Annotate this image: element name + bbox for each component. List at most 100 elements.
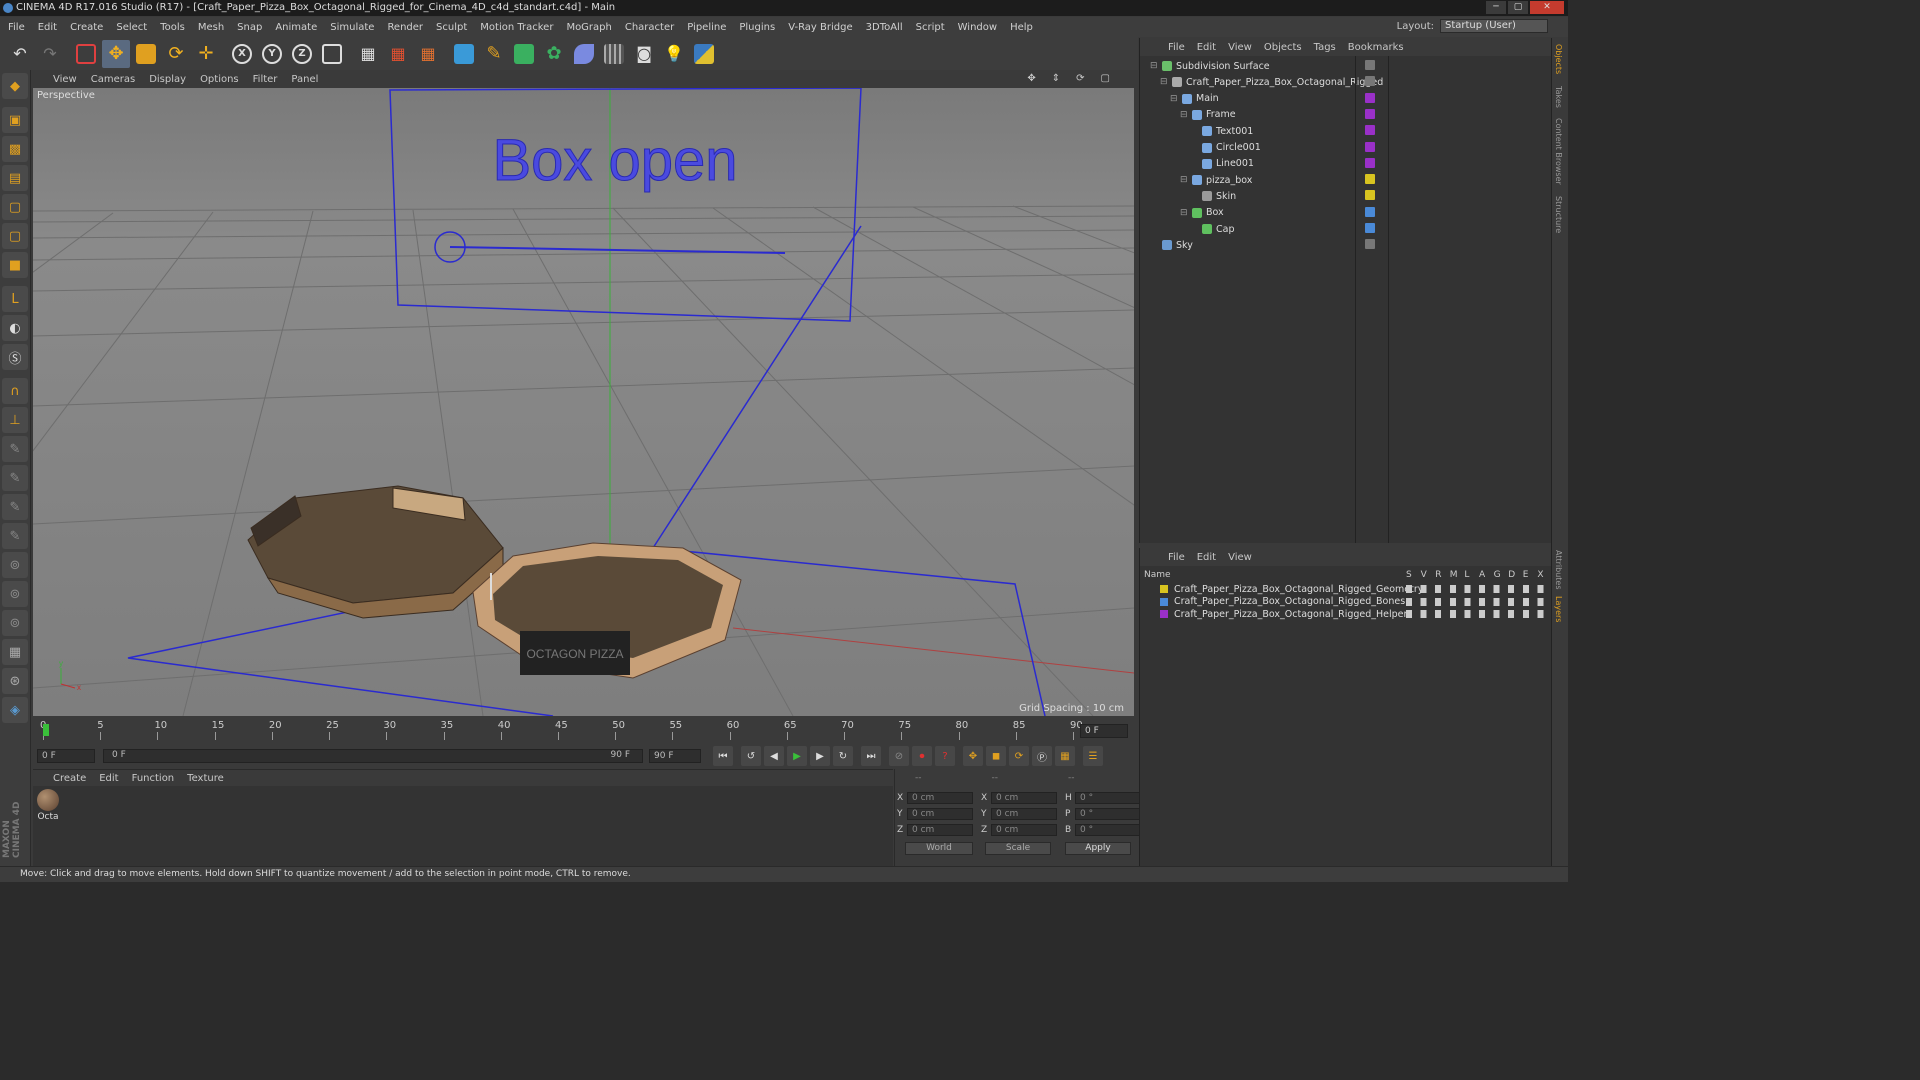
live-selection-button[interactable]: [72, 40, 100, 68]
dolly-view-icon[interactable]: ⇕: [1052, 73, 1062, 84]
visibility-dots[interactable]: [1365, 108, 1375, 119]
menu-v-ray-bridge[interactable]: V-Ray Bridge: [788, 22, 852, 33]
visibility-dots[interactable]: [1365, 239, 1375, 250]
menu-edit[interactable]: Edit: [38, 22, 57, 33]
menu-character[interactable]: Character: [625, 22, 674, 33]
coord-mode-dropdown[interactable]: World: [905, 842, 973, 855]
render-settings-button[interactable]: ▦: [414, 40, 442, 68]
expand-toggle-icon[interactable]: ⊟: [1180, 110, 1190, 120]
brush-tool-2-button[interactable]: ✎: [2, 465, 28, 491]
material-menu-function[interactable]: Function: [132, 773, 175, 784]
pos-y-field[interactable]: 0 cm: [907, 808, 973, 820]
toggle-view-icon[interactable]: ▢: [1101, 73, 1112, 84]
grid-snap-button[interactable]: ▦: [2, 639, 28, 665]
playhead[interactable]: [43, 724, 49, 736]
polygon-mode-button[interactable]: ■: [2, 252, 28, 278]
layers-menu-edit[interactable]: Edit: [1197, 552, 1216, 563]
add-array-button[interactable]: ✿: [540, 40, 568, 68]
start-frame-field[interactable]: 0 F: [37, 749, 95, 763]
visibility-dots[interactable]: [1365, 76, 1375, 87]
rotate-view-icon[interactable]: ⟳: [1076, 73, 1086, 84]
expand-toggle-icon[interactable]: ⊟: [1180, 175, 1190, 185]
viewport-menu-panel[interactable]: Panel: [291, 74, 318, 85]
object-row-skin[interactable]: Skin: [1190, 188, 1236, 204]
loop-button[interactable]: ↺: [741, 746, 761, 766]
rot-h-field[interactable]: 0 °: [1075, 792, 1141, 804]
workplane-axis-button[interactable]: ⊥: [2, 407, 28, 433]
menu-motion-tracker[interactable]: Motion Tracker: [480, 22, 553, 33]
step-back-button[interactable]: ◀: [764, 746, 784, 766]
add-cube-button[interactable]: [450, 40, 478, 68]
right-tab-layers[interactable]: Layers: [1554, 596, 1563, 622]
add-nurbs-button[interactable]: [510, 40, 538, 68]
redo-button[interactable]: ↷: [36, 40, 64, 68]
key-scale-button[interactable]: ◼: [986, 746, 1006, 766]
visibility-dots[interactable]: [1365, 190, 1375, 201]
python-script-button[interactable]: ◈: [2, 697, 28, 723]
move-tool-button[interactable]: ✥: [102, 39, 130, 68]
right-tab-content-browser[interactable]: Content Browser: [1554, 118, 1563, 185]
viewport-menu-cameras[interactable]: Cameras: [91, 74, 135, 85]
close-button[interactable]: ✕: [1530, 1, 1564, 14]
objects-menu-edit[interactable]: Edit: [1197, 42, 1216, 53]
menu-mesh[interactable]: Mesh: [198, 22, 224, 33]
timeline-menu-button[interactable]: ☰: [1083, 746, 1103, 766]
pos-x-field[interactable]: 0 cm: [907, 792, 973, 804]
size-mode-dropdown[interactable]: Scale: [985, 842, 1051, 855]
rotate-tool-button[interactable]: ⟳: [162, 40, 190, 68]
object-row-cap[interactable]: Cap: [1190, 221, 1235, 237]
visibility-dots[interactable]: [1365, 223, 1375, 233]
pos-z-field[interactable]: 0 cm: [907, 824, 973, 836]
menu-help[interactable]: Help: [1010, 22, 1033, 33]
point-mode-button[interactable]: ▢: [2, 194, 28, 220]
brush-tool-3-button[interactable]: ✎: [2, 494, 28, 520]
menu-3dtoall[interactable]: 3DToAll: [866, 22, 903, 33]
material-menu-create[interactable]: Create: [53, 773, 86, 784]
key-rotation-button[interactable]: ⟳: [1009, 746, 1029, 766]
right-tab-takes[interactable]: Takes: [1554, 86, 1563, 108]
material-swatch[interactable]: Octa: [36, 789, 60, 822]
size-y-field[interactable]: 0 cm: [991, 808, 1057, 820]
visibility-dots[interactable]: [1365, 125, 1375, 136]
viewport-menu-view[interactable]: View: [53, 74, 77, 85]
right-tab-objects[interactable]: Objects: [1554, 44, 1563, 74]
visibility-dots[interactable]: [1365, 174, 1375, 185]
expand-toggle-icon[interactable]: ⊟: [1170, 94, 1180, 104]
workplane-mode-button[interactable]: ▤: [2, 165, 28, 191]
python-button[interactable]: [690, 40, 718, 68]
size-z-field[interactable]: 0 cm: [991, 824, 1057, 836]
pose-tool-button[interactable]: ⊛: [2, 668, 28, 694]
menu-sculpt[interactable]: Sculpt: [436, 22, 467, 33]
expand-toggle-icon[interactable]: ⊟: [1160, 77, 1170, 87]
layout-dropdown[interactable]: Startup (User): [1440, 19, 1548, 33]
objects-menu-objects[interactable]: Objects: [1264, 42, 1302, 53]
frame-range-slider[interactable]: 0 F 90 F: [103, 749, 643, 763]
rot-p-field[interactable]: 0 °: [1075, 808, 1141, 820]
goto-start-button[interactable]: ⏮: [713, 746, 733, 766]
record-keyframe-button[interactable]: ⊘: [889, 746, 909, 766]
object-row-sky[interactable]: Sky: [1150, 237, 1193, 253]
visibility-dots[interactable]: [1365, 141, 1375, 152]
current-frame-field[interactable]: 0 F: [1080, 724, 1128, 738]
minimize-button[interactable]: ─: [1486, 1, 1506, 14]
object-row-main[interactable]: ⊟ Main: [1170, 91, 1219, 107]
object-row-text001[interactable]: Text001: [1190, 123, 1253, 139]
menu-window[interactable]: Window: [958, 22, 997, 33]
viewport-menu-filter[interactable]: Filter: [253, 74, 278, 85]
object-row-box[interactable]: ⊟ Box: [1180, 205, 1224, 221]
viewport-menu-options[interactable]: Options: [200, 74, 239, 85]
edge-mode-button[interactable]: ▢: [2, 223, 28, 249]
smooth-tool-button[interactable]: ⊚: [2, 610, 28, 636]
material-menu-texture[interactable]: Texture: [187, 773, 224, 784]
y-axis-lock-button[interactable]: Y: [258, 40, 286, 68]
objects-menu-view[interactable]: View: [1228, 42, 1252, 53]
expand-toggle-icon[interactable]: ⊟: [1180, 208, 1190, 218]
model-mode-button[interactable]: ▣: [2, 107, 28, 133]
render-view-button[interactable]: ▦: [354, 40, 382, 68]
expand-toggle-icon[interactable]: ⊟: [1150, 61, 1160, 71]
brush-tool-1-button[interactable]: ✎: [2, 436, 28, 462]
render-picture-viewer-button[interactable]: ▦: [384, 40, 412, 68]
object-row-circle001[interactable]: Circle001: [1190, 140, 1261, 156]
menu-mograph[interactable]: MoGraph: [566, 22, 611, 33]
make-editable-button[interactable]: ◆: [2, 73, 28, 99]
